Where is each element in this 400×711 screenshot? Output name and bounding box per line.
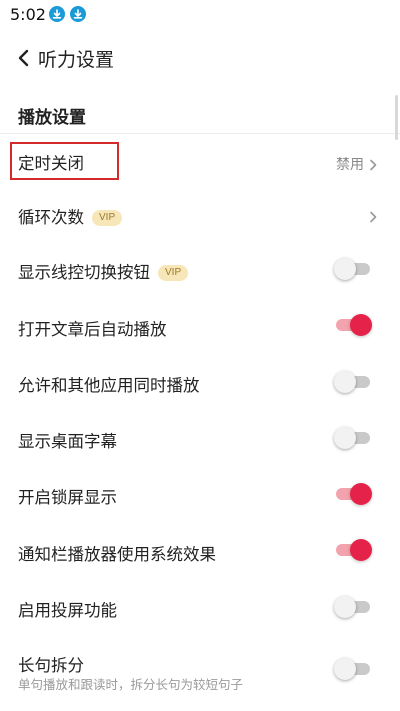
chevron-right-icon: [368, 208, 378, 223]
row-label: 长句拆分: [18, 656, 84, 675]
toggle-switch[interactable]: [334, 427, 372, 449]
toggle-switch[interactable]: [334, 258, 372, 280]
chevron-right-icon: [368, 156, 378, 171]
loop-count-row[interactable]: 循环次数 VIP: [0, 186, 400, 242]
row-label: 定时关闭: [18, 154, 84, 173]
screen-cast-row: 启用投屏功能: [0, 579, 400, 635]
vip-badge: VIP: [158, 265, 189, 281]
section-title: 播放设置: [18, 108, 86, 128]
download-icon: [49, 6, 65, 22]
row-label: 允许和其他应用同时播放: [18, 376, 200, 395]
toggle-switch[interactable]: [334, 371, 372, 393]
long-sentence-split-row: 长句拆分 单句播放和跟读时，拆分长句为较短句子: [0, 636, 400, 706]
toggle-switch[interactable]: [334, 539, 372, 561]
row-label: 启用投屏功能: [18, 601, 117, 620]
notification-player-row: 通知栏播放器使用系统效果: [0, 523, 400, 579]
row-sublabel: 单句播放和跟读时，拆分长句为较短句子: [18, 677, 244, 692]
back-arrow-icon[interactable]: [14, 48, 34, 68]
row-label: 显示线控切换按钮 VIP: [18, 259, 189, 283]
row-label: 显示桌面字幕: [18, 432, 117, 451]
vip-badge: VIP: [92, 210, 123, 226]
toggle-switch[interactable]: [334, 658, 372, 680]
row-value: 禁用: [336, 157, 364, 173]
toggle-switch[interactable]: [334, 483, 372, 505]
show-wire-control-row: 显示线控切换按钮 VIP: [0, 241, 400, 297]
row-label: 打开文章后自动播放: [18, 320, 167, 339]
download-icon: [70, 6, 86, 22]
page-title: 听力设置: [38, 49, 115, 71]
lock-screen-row: 开启锁屏显示: [0, 466, 400, 522]
row-label: 通知栏播放器使用系统效果: [18, 545, 216, 564]
row-label: 开启锁屏显示: [18, 488, 117, 507]
auto-play-row: 打开文章后自动播放: [0, 298, 400, 354]
toggle-switch[interactable]: [334, 596, 372, 618]
desktop-lyrics-row: 显示桌面字幕: [0, 410, 400, 466]
toggle-switch[interactable]: [334, 314, 372, 336]
allow-other-apps-row: 允许和其他应用同时播放: [0, 354, 400, 410]
status-time: 5:02: [10, 5, 46, 24]
status-bar: 5:02: [0, 0, 400, 30]
app-header: 听力设置: [0, 36, 400, 80]
row-label: 循环次数 VIP: [18, 204, 123, 228]
timer-off-row[interactable]: 定时关闭 禁用: [0, 134, 400, 190]
